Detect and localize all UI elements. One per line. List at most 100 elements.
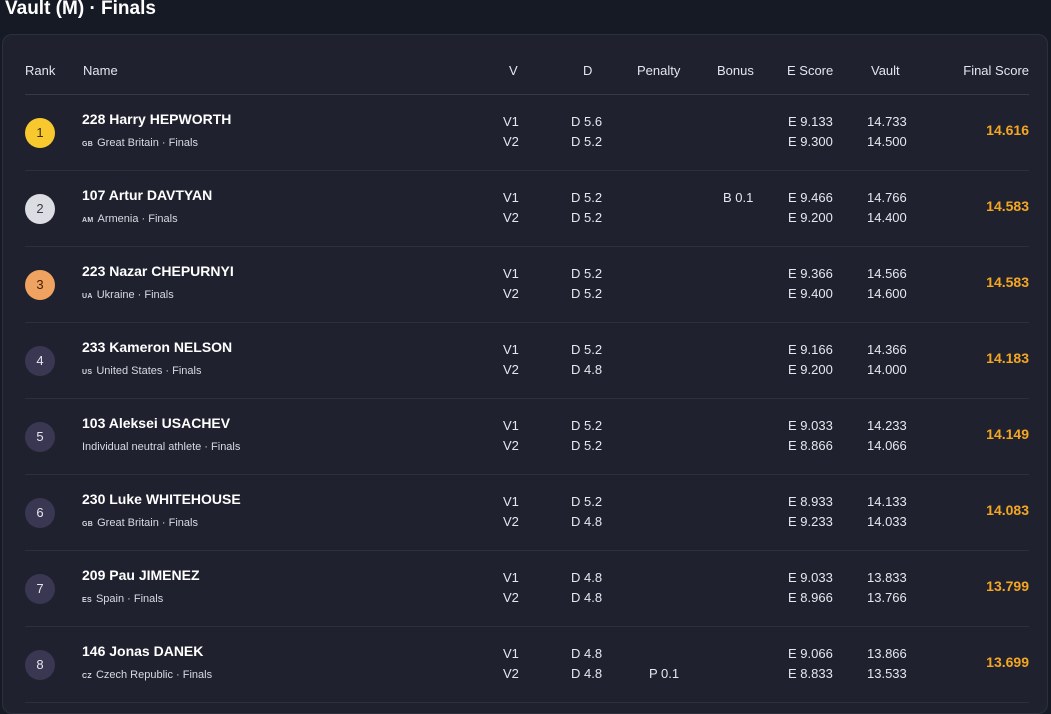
table-header: Rank Name V D Penalty Bonus E Score Vaul… xyxy=(25,35,1029,95)
penalty-cell xyxy=(649,492,653,531)
d-cell: D 5.2 D 5.2 xyxy=(571,264,602,303)
d-cell: D 5.2 D 5.2 xyxy=(571,188,602,227)
penalty-cell-line xyxy=(649,340,653,360)
bonus-cell xyxy=(723,340,727,379)
escore-cell-line: E 9.166 xyxy=(788,342,833,357)
v-cell: V1 V2 xyxy=(503,492,519,531)
vault-cell: 14.766 14.400 xyxy=(867,188,907,227)
col-rank-header[interactable]: Rank xyxy=(25,63,55,78)
country-code: UA xyxy=(82,293,93,300)
v-cell-line: V2 xyxy=(503,285,519,301)
rank-badge: 6 xyxy=(25,498,55,528)
col-name-header[interactable]: Name xyxy=(83,63,118,78)
country-code: AM xyxy=(82,217,94,224)
vault-cell: 14.366 14.000 xyxy=(867,340,907,379)
table-row[interactable]: 4 233 Kameron NELSON US United States · Fin… xyxy=(25,323,1029,399)
v-cell: V1 V2 xyxy=(503,644,519,683)
bonus-cell-line xyxy=(723,664,727,684)
vault-cell-line: 14.500 xyxy=(867,133,907,149)
d-cell-line: D 4.8 xyxy=(571,570,603,585)
penalty-cell xyxy=(649,568,653,607)
penalty-cell-line xyxy=(649,284,653,304)
escore-cell-line: E 9.200 xyxy=(788,361,833,377)
d-cell-line: D 5.2 xyxy=(571,266,603,281)
escore-cell: E 8.933 E 9.233 xyxy=(788,492,833,531)
vault-cell-line: 14.033 xyxy=(867,513,907,529)
table-row[interactable]: 6 230 Luke WHITEHOUSE GB Great Britain · Fi… xyxy=(25,475,1029,551)
v-cell: V1 V2 xyxy=(503,112,519,151)
athlete-country-line: CZ Czech Republic · Finals xyxy=(82,669,212,681)
d-cell-line: D 5.2 xyxy=(571,190,603,205)
athlete-name[interactable]: 103 Aleksei USACHEV xyxy=(82,415,230,431)
v-cell-line: V1 xyxy=(503,190,519,205)
vault-cell-line: 14.233 xyxy=(867,418,907,433)
country-code: US xyxy=(82,369,93,376)
d-cell-line: D 5.6 xyxy=(571,114,603,129)
v-cell-line: V2 xyxy=(503,133,519,149)
athlete-country-line: US United States · Finals xyxy=(82,365,201,377)
bonus-cell-line xyxy=(723,132,727,152)
athlete-name[interactable]: 230 Luke WHITEHOUSE xyxy=(82,491,241,507)
athlete-name[interactable]: 209 Pau JIMENEZ xyxy=(82,567,200,583)
athlete-country-line: AM Armenia · Finals xyxy=(82,213,178,225)
table-row[interactable]: 8 146 Jonas DANEK CZ Czech Republic · Final… xyxy=(25,627,1029,703)
escore-cell: E 9.033 E 8.966 xyxy=(788,568,833,607)
v-cell: V1 V2 xyxy=(503,264,519,303)
d-cell-line: D 5.2 xyxy=(571,418,603,433)
athlete-name[interactable]: 223 Nazar CHEPURNYI xyxy=(82,263,234,279)
athlete-country-line: UA Ukraine · Finals xyxy=(82,289,174,301)
col-bonus-header[interactable]: Bonus xyxy=(717,63,754,78)
athlete-name[interactable]: 233 Kameron NELSON xyxy=(82,339,232,355)
vault-cell: 14.133 14.033 xyxy=(867,492,907,531)
v-cell-line: V1 xyxy=(503,266,519,281)
athlete-country-line: Individual neutral athlete · Finals xyxy=(82,441,240,453)
vault-cell-line: 14.766 xyxy=(867,190,907,205)
vault-cell-line: 13.866 xyxy=(867,646,907,661)
col-d-header[interactable]: D xyxy=(583,63,592,78)
v-cell-line: V1 xyxy=(503,646,519,661)
penalty-cell xyxy=(649,416,653,455)
rank-badge: 4 xyxy=(25,346,55,376)
country-label: Armenia · Finals xyxy=(97,213,178,225)
penalty-cell xyxy=(649,112,653,151)
d-cell: D 4.8 D 4.8 xyxy=(571,568,602,607)
escore-cell-line: E 9.066 xyxy=(788,646,833,661)
bonus-cell xyxy=(723,416,727,455)
table-row[interactable]: 2 107 Artur DAVTYAN AM Armenia · Finals V1 V2… xyxy=(25,171,1029,247)
v-cell-line: V1 xyxy=(503,570,519,585)
athlete-name[interactable]: 107 Artur DAVTYAN xyxy=(82,187,212,203)
bonus-cell-line xyxy=(723,340,727,360)
escore-cell-line: E 9.300 xyxy=(788,133,833,149)
country-code: ES xyxy=(82,597,92,604)
country-label: United States · Finals xyxy=(96,365,202,377)
vault-cell: 13.866 13.533 xyxy=(867,644,907,683)
bonus-cell-line xyxy=(723,112,727,132)
col-escore-header[interactable]: E Score xyxy=(787,63,833,78)
table-row[interactable]: 5 103 Aleksei USACHEV Individual neutral a… xyxy=(25,399,1029,475)
escore-cell-line: E 9.233 xyxy=(788,513,833,529)
country-label: Czech Republic · Finals xyxy=(95,669,213,681)
final-score: 14.183 xyxy=(986,350,1029,366)
penalty-cell-line xyxy=(649,132,653,152)
escore-cell-line: E 9.366 xyxy=(788,266,833,281)
escore-cell: E 9.466 E 9.200 xyxy=(788,188,833,227)
penalty-cell-line xyxy=(649,568,653,588)
d-cell: D 5.2 D 4.8 xyxy=(571,492,602,531)
bonus-cell-line xyxy=(723,284,727,304)
col-v-header[interactable]: V xyxy=(509,63,518,78)
v-cell-line: V1 xyxy=(503,114,519,129)
table-row[interactable]: 3 223 Nazar CHEPURNYI UA Ukraine · Finals V1… xyxy=(25,247,1029,323)
col-vault-header[interactable]: Vault xyxy=(871,63,900,78)
final-score: 14.149 xyxy=(986,426,1029,442)
athlete-name[interactable]: 146 Jonas DANEK xyxy=(82,643,203,659)
penalty-cell-line: P 0.1 xyxy=(649,665,680,681)
table-row[interactable]: 7 209 Pau JIMENEZ ES Spain · Finals V1 V2 D 4.… xyxy=(25,551,1029,627)
table-row[interactable]: 1 228 Harry HEPWORTH GB Great Britain · Fin… xyxy=(25,95,1029,171)
col-penalty-header[interactable]: Penalty xyxy=(637,63,680,78)
athlete-name[interactable]: 228 Harry HEPWORTH xyxy=(82,111,231,127)
vault-cell-line: 14.366 xyxy=(867,342,907,357)
vault-cell-line: 14.733 xyxy=(867,114,907,129)
vault-cell-line: 13.833 xyxy=(867,570,907,585)
col-final-header[interactable]: Final Score xyxy=(963,63,1029,78)
bonus-cell xyxy=(723,492,727,531)
